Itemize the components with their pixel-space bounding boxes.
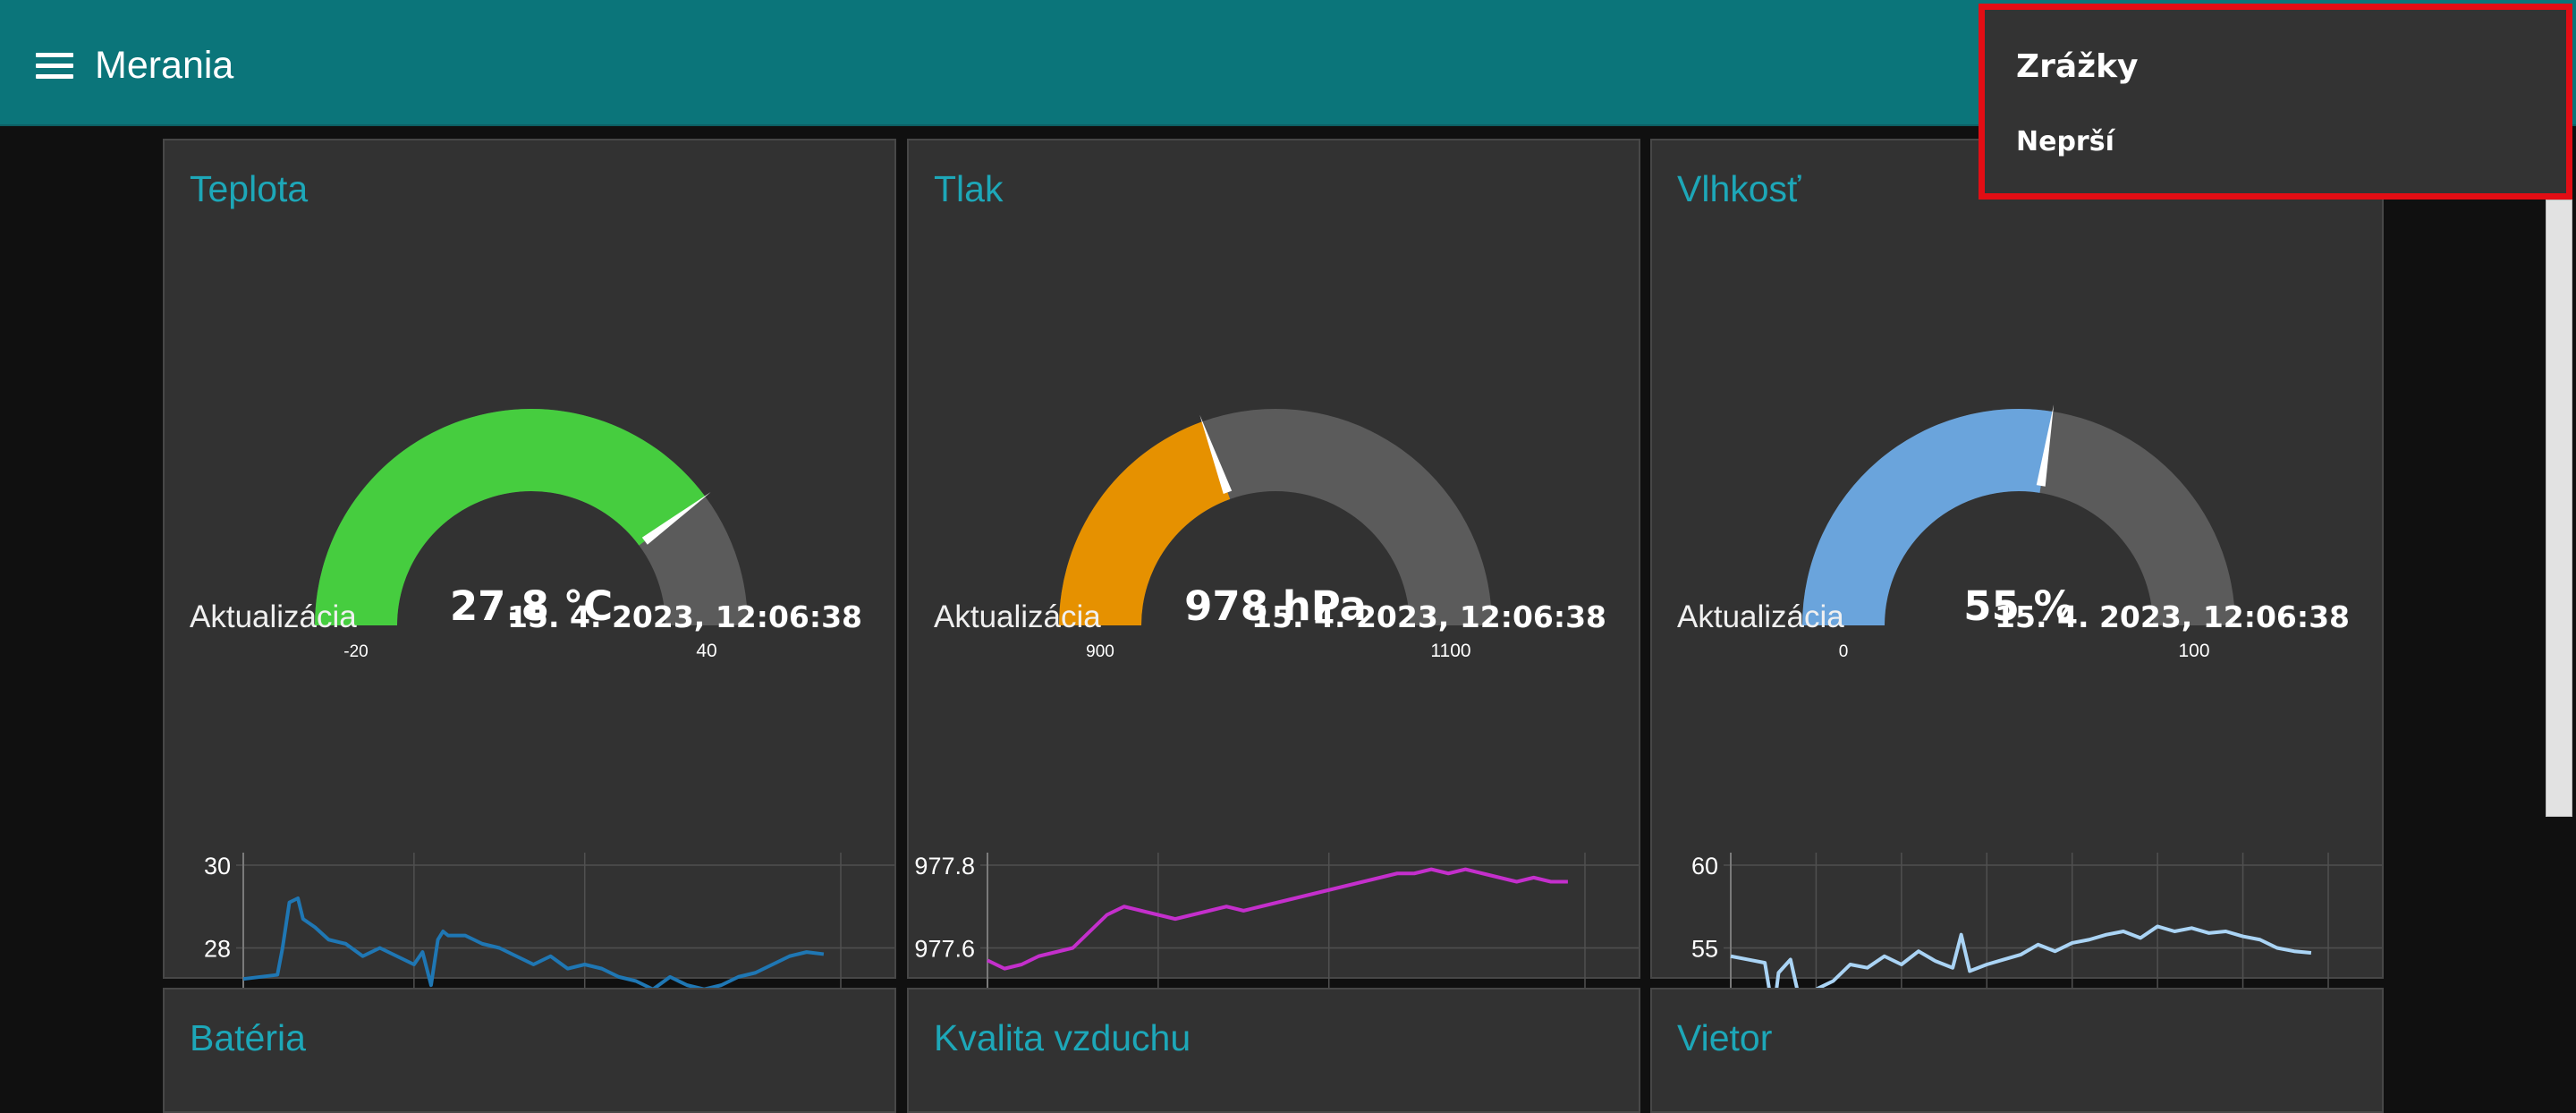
popup-status: Neprší [2016, 126, 2114, 157]
chart-series-line [242, 896, 825, 991]
card-wind: Vietor [1650, 988, 2384, 1113]
gauge-max-label: 1100 [1430, 641, 1470, 661]
chart-y-tick-label: 55 [1691, 936, 1718, 963]
chart-series-line [987, 867, 1568, 971]
chart-y-tick-label: 60 [1691, 853, 1718, 879]
card-temperature: Teplota 27.8 °C -20 40 Aktualizácia 15. 4.… [163, 139, 896, 1079]
card-title: Tlak [934, 168, 1004, 209]
hamburger-menu-icon[interactable] [36, 53, 73, 80]
card-battery: Batéria [163, 988, 896, 1113]
popup-title: Zrážky [2016, 48, 2139, 85]
gauge-max-label: 100 [2178, 641, 2209, 661]
update-label: Aktualizácia [190, 599, 357, 634]
scrollbar[interactable] [2546, 200, 2572, 817]
chart-y-tick-label: 977.8 [914, 853, 975, 879]
card-title: Kvalita vzduchu [934, 1017, 1191, 1058]
chart-y-tick-label: 28 [204, 936, 231, 963]
chart-y-tick-label: 977.6 [914, 936, 975, 963]
gauge-min-label: 900 [1086, 642, 1114, 661]
card-air-quality: Kvalita vzduchu [907, 988, 1640, 1113]
update-value: 15. 4. 2023, 12:06:38 [1251, 599, 1606, 634]
app-title: Merania [95, 44, 234, 87]
update-label: Aktualizácia [1677, 599, 1844, 634]
card-title: Vietor [1677, 1017, 1773, 1058]
card-title: Vlhkosť [1677, 168, 1801, 209]
gauge-max-label: 40 [696, 641, 716, 661]
precipitation-popup: Zrážky Neprší [1979, 4, 2572, 200]
update-label: Aktualizácia [934, 599, 1101, 634]
update-value: 15. 4. 2023, 12:06:38 [1995, 599, 2350, 634]
gauge-min-label: 0 [1839, 642, 1849, 661]
card-pressure: Tlak 978 hPa 900 1100 Aktualizácia 15. 4. … [907, 139, 1640, 1079]
chart-y-tick-label: 30 [204, 853, 231, 879]
card-humidity: Vlhkosť 55 % 0 100 Aktualizácia 15. 4. 202… [1650, 139, 2384, 1079]
card-title: Teplota [190, 168, 309, 209]
update-value: 15. 4. 2023, 12:06:38 [507, 599, 862, 634]
gauge-min-label: -20 [343, 642, 368, 661]
card-title: Batéria [190, 1017, 306, 1058]
